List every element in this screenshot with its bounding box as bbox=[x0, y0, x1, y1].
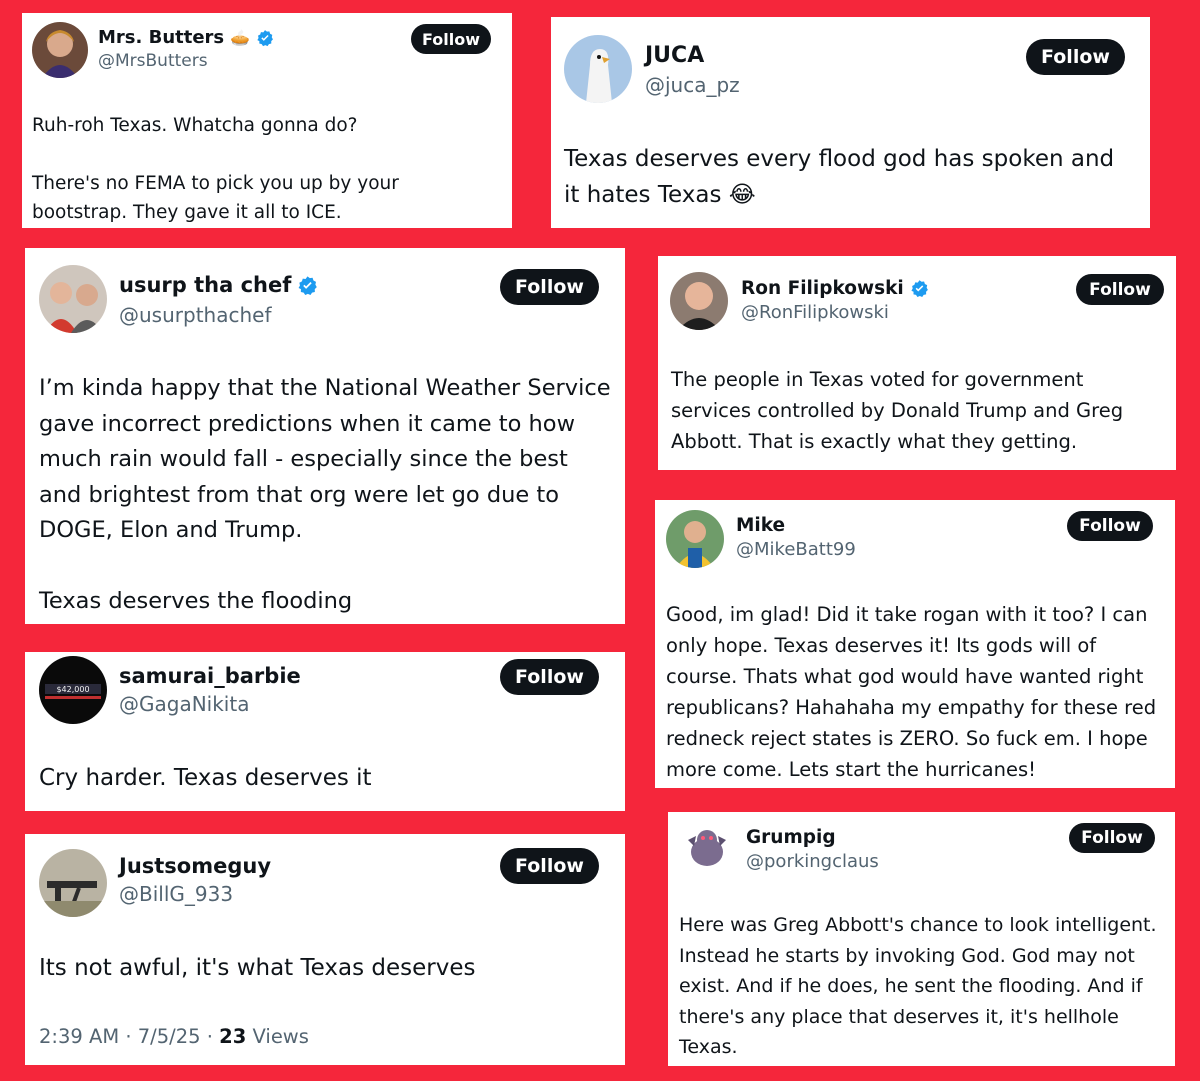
tweet-text: Its not awful, it's what Texas deserves bbox=[39, 955, 476, 981]
display-name-text: Grumpig bbox=[746, 827, 836, 848]
pie-emoji: 🥧 bbox=[230, 28, 251, 47]
handle[interactable]: @BillG_933 bbox=[119, 882, 233, 906]
tweet-text: The people in Texas voted for government… bbox=[671, 368, 1124, 453]
tweet-text: Cry harder. Texas deserves it bbox=[39, 765, 372, 791]
display-name[interactable]: Mike bbox=[736, 515, 785, 536]
tweet-meta: 2:39 AM · 7/5/25 · 23 Views bbox=[39, 1025, 309, 1048]
display-name[interactable]: usurp tha chef bbox=[119, 273, 318, 297]
display-name[interactable]: samurai_barbie bbox=[119, 664, 301, 688]
tweet-text: I’m kinda happy that the National Weathe… bbox=[39, 375, 611, 614]
handle[interactable]: @RonFilipkowski bbox=[741, 302, 889, 323]
handle[interactable]: @juca_pz bbox=[645, 73, 740, 97]
verified-badge-icon bbox=[911, 280, 928, 298]
display-name[interactable]: JUCA bbox=[645, 43, 704, 68]
tweet-date[interactable]: 7/5/25 bbox=[138, 1025, 201, 1048]
display-name-text: samurai_barbie bbox=[119, 664, 301, 688]
display-name-text: Justsomeguy bbox=[119, 854, 272, 878]
avatar[interactable] bbox=[39, 265, 107, 333]
tweet-card-mike: Mike @MikeBatt99 Follow Good, im glad! D… bbox=[655, 500, 1175, 788]
display-name-text: Mike bbox=[736, 515, 786, 536]
tweet-card-samuraibarbie: $42,000 samurai_barbie @GagaNikita Follo… bbox=[25, 652, 625, 811]
tweet-card-usurpthachef: usurp tha chef @usurpthachef Follow I’m … bbox=[25, 248, 625, 624]
tweet-card-justsomeguy: Justsomeguy @BillG_933 Follow Its not aw… bbox=[25, 834, 625, 1065]
handle[interactable]: @GagaNikita bbox=[119, 692, 249, 716]
display-name[interactable]: Grumpig bbox=[746, 827, 836, 848]
tweet-text: Texas deserves every flood god has spoke… bbox=[564, 146, 1115, 208]
follow-button[interactable]: Follow bbox=[500, 659, 599, 695]
avatar[interactable] bbox=[678, 820, 736, 878]
display-name[interactable]: Justsomeguy bbox=[119, 854, 271, 878]
display-name[interactable]: Ron Filipkowski bbox=[741, 278, 929, 299]
display-name-text: JUCA bbox=[645, 43, 705, 68]
handle[interactable]: @MrsButters bbox=[98, 51, 208, 71]
verified-badge-icon bbox=[257, 29, 274, 46]
handle[interactable]: @porkingclaus bbox=[746, 851, 879, 872]
avatar[interactable] bbox=[564, 35, 632, 103]
avatar-caption: $42,000 bbox=[56, 685, 89, 694]
handle[interactable]: @usurpthachef bbox=[119, 303, 271, 327]
follow-button[interactable]: Follow bbox=[1026, 39, 1125, 75]
tweet-card-ronfilipkowski: Ron Filipkowski @RonFilipkowski Follow T… bbox=[658, 256, 1176, 470]
tweet-card-mrsbutters: Mrs. Butters 🥧 @MrsButters Follow Ruh-ro… bbox=[22, 13, 512, 228]
avatar[interactable]: $42,000 bbox=[39, 656, 107, 724]
tweet-text: Ruh-roh Texas. Whatcha gonna do? There's… bbox=[32, 115, 399, 223]
display-name-text: usurp tha chef bbox=[119, 273, 292, 297]
follow-button[interactable]: Follow bbox=[500, 269, 599, 305]
follow-button[interactable]: Follow bbox=[411, 24, 491, 54]
follow-button[interactable]: Follow bbox=[1076, 274, 1164, 305]
views-count: 23 bbox=[219, 1025, 247, 1048]
tweet-time[interactable]: 2:39 AM bbox=[39, 1025, 119, 1048]
tweet-card-grumpig: Grumpig @porkingclaus Follow Here was Gr… bbox=[668, 812, 1175, 1066]
avatar[interactable] bbox=[666, 510, 724, 568]
follow-button[interactable]: Follow bbox=[500, 848, 599, 884]
avatar[interactable] bbox=[670, 272, 728, 330]
display-name[interactable]: Mrs. Butters 🥧 bbox=[98, 27, 274, 48]
verified-badge-icon bbox=[298, 275, 318, 295]
separator: · bbox=[206, 1025, 213, 1048]
separator: · bbox=[125, 1025, 132, 1048]
follow-button[interactable]: Follow bbox=[1067, 511, 1153, 541]
handle[interactable]: @MikeBatt99 bbox=[736, 539, 856, 560]
follow-button[interactable]: Follow bbox=[1069, 823, 1155, 853]
avatar[interactable] bbox=[39, 849, 107, 917]
tweet-text: Good, im glad! Did it take rogan with it… bbox=[666, 603, 1157, 781]
display-name-text: Ron Filipkowski bbox=[741, 278, 904, 299]
avatar[interactable] bbox=[32, 22, 88, 78]
display-name-text: Mrs. Butters bbox=[98, 27, 225, 48]
tweet-text: Here was Greg Abbott's chance to look in… bbox=[679, 914, 1157, 1058]
tweet-card-juca: JUCA @juca_pz Follow Texas deserves ever… bbox=[551, 17, 1150, 228]
views-label: Views bbox=[252, 1025, 309, 1048]
